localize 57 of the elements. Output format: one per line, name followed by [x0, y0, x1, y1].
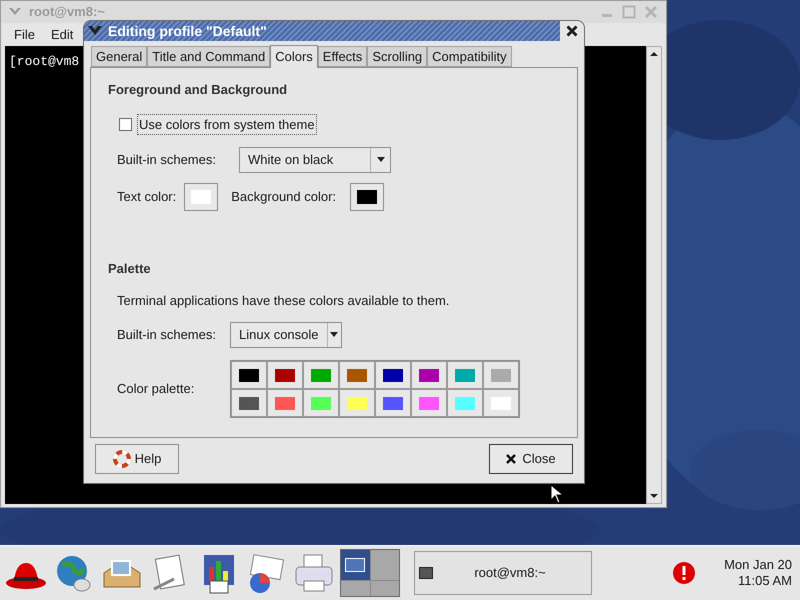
close-icon: [506, 454, 516, 464]
palette-color-button[interactable]: [447, 389, 483, 417]
scheme-dropdown[interactable]: Linux console: [230, 322, 342, 348]
palette-color-button[interactable]: [231, 389, 267, 417]
field-label: Color palette:: [117, 380, 196, 398]
color-button[interactable]: [350, 183, 384, 211]
palette-color-button[interactable]: [339, 389, 375, 417]
field-label: Built-in schemes:: [117, 326, 217, 344]
tab[interactable]: Colors: [270, 45, 318, 68]
tab[interactable]: General: [91, 46, 148, 67]
field-label: Background color:: [231, 188, 336, 206]
palette-color-button[interactable]: [483, 389, 519, 417]
alert-icon[interactable]: [672, 561, 696, 585]
checkbox[interactable]: [119, 118, 132, 131]
menu-item[interactable]: Edit: [50, 24, 74, 44]
palette-color-button[interactable]: [411, 361, 447, 389]
scheme-dropdown[interactable]: White on black: [239, 147, 391, 173]
color-button[interactable]: [184, 183, 218, 211]
close-button[interactable]: Close: [489, 444, 573, 474]
palette-color-button[interactable]: [411, 389, 447, 417]
dropdown-arrow-icon: [376, 157, 384, 163]
palette-color-button[interactable]: [447, 361, 483, 389]
palette-color-button[interactable]: [267, 361, 303, 389]
palette-color-button[interactable]: [375, 389, 411, 417]
workspace[interactable]: [341, 550, 370, 580]
scrollbar[interactable]: [646, 46, 662, 504]
section-heading: Palette: [108, 260, 152, 278]
help-button[interactable]: Help: [95, 444, 179, 474]
checkbox-label[interactable]: Use colors from system theme: [137, 114, 317, 135]
window-menu-icon[interactable]: [88, 26, 102, 36]
field-label: Text color:: [117, 188, 176, 206]
section-heading: Foreground and Background: [108, 81, 288, 99]
terminal-line: [root@vm8: [9, 54, 80, 69]
terminal-icon: [419, 567, 433, 579]
palette-color-button[interactable]: [339, 361, 375, 389]
tab[interactable]: Compatibility: [427, 46, 512, 67]
lifebuoy-icon: [112, 450, 131, 468]
dropdown-arrow-icon: [330, 332, 338, 338]
close-icon[interactable]: [566, 25, 578, 37]
menu-item[interactable]: File: [14, 24, 35, 44]
window-title: root@vm8:~: [29, 3, 105, 22]
palette-color-button[interactable]: [303, 389, 339, 417]
window-thumbnail: [345, 558, 366, 572]
tab[interactable]: Effects: [318, 46, 368, 67]
palette-color-button[interactable]: [483, 361, 519, 389]
window-title: Editing profile "Default": [108, 22, 267, 41]
clock-date: Mon Jan 20: [724, 557, 792, 573]
tab[interactable]: Title and Command: [147, 46, 270, 67]
palette-color-button[interactable]: [267, 389, 303, 417]
palette-color-button[interactable]: [375, 361, 411, 389]
tab[interactable]: Scrolling: [367, 46, 428, 67]
palette-color-button[interactable]: [231, 361, 267, 389]
clock-time: 11:05 AM: [738, 573, 792, 589]
task-button[interactable]: root@vm8:~: [414, 551, 592, 595]
palette-color-button[interactable]: [303, 361, 339, 389]
field-label: Built-in schemes:: [117, 151, 217, 170]
description-text: Terminal applications have these colors available to them.: [117, 292, 450, 310]
